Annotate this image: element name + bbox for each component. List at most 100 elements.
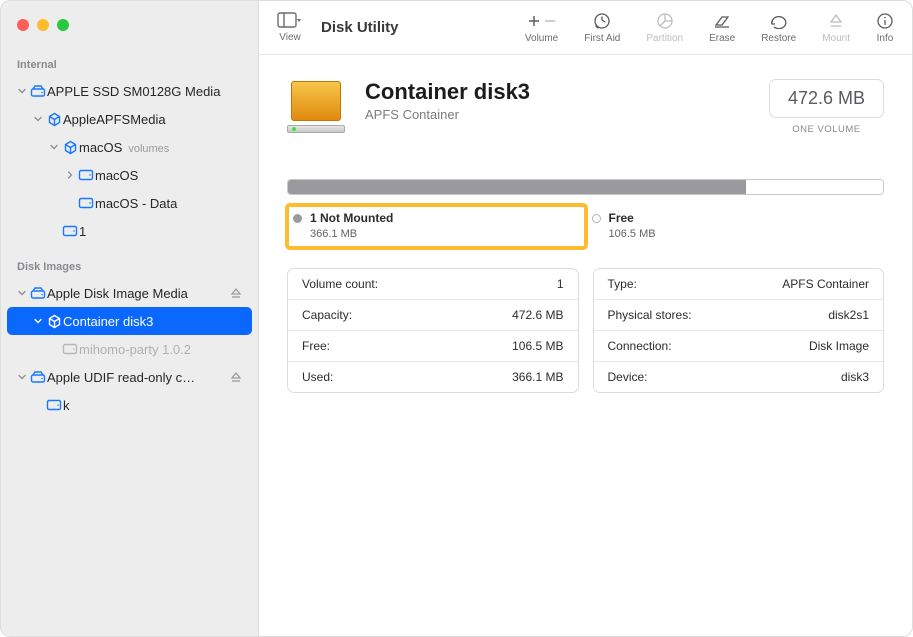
volume-icon: [45, 399, 63, 411]
legend-value: 106.5 MB: [609, 228, 875, 240]
view-label: View: [279, 32, 301, 43]
disclosure-chevron[interactable]: [31, 115, 45, 123]
legend-dot-icon: [592, 214, 601, 223]
detail-title: Container disk3: [365, 79, 749, 105]
info-row: Connection:Disk Image: [594, 331, 884, 362]
sidebar-item[interactable]: k: [7, 391, 252, 419]
sidebar-item-label: Container disk3: [63, 314, 246, 329]
info-key: Device:: [608, 370, 648, 384]
legend-value: 366.1 MB: [310, 228, 576, 240]
size-summary: 472.6 MB ONE VOLUME: [769, 79, 884, 135]
info-button[interactable]: Info: [876, 12, 894, 44]
sidebar-item[interactable]: AppleAPFSMedia: [7, 105, 252, 133]
legend-dot-icon: [293, 214, 302, 223]
info-key: Connection:: [608, 339, 672, 353]
volume-icon: [77, 169, 95, 181]
info-row: Device: disk3: [594, 362, 884, 392]
sidebar-icon: [277, 12, 303, 28]
partition-icon: [656, 12, 674, 30]
app-title: Disk Utility: [321, 19, 399, 36]
info-row: Used:366.1 MB: [288, 362, 578, 392]
first-aid-icon: [592, 12, 612, 30]
sidebar-item-label: AppleAPFSMedia: [63, 112, 246, 127]
usage-bar: [287, 179, 884, 195]
info-grid: Volume count: 1 Capacity:472.6 MB Free: 106.…: [287, 268, 884, 393]
sidebar-item-label: 1: [79, 224, 246, 239]
close-button[interactable]: [17, 19, 29, 31]
info-key: Free:: [302, 339, 330, 353]
content: Container disk3 APFS Container 472.6 MB …: [259, 55, 912, 636]
plus-minus-icon: [527, 12, 557, 30]
sidebar-item-label: APPLE SSD SM0128G Media: [47, 84, 246, 99]
minimize-button[interactable]: [37, 19, 49, 31]
partition-button: Partition: [646, 12, 683, 44]
disclosure-chevron[interactable]: [15, 87, 29, 95]
info-value: 1: [557, 277, 564, 291]
disclosure-chevron[interactable]: [31, 317, 45, 325]
sidebar-section-header: Internal: [1, 51, 258, 77]
size-badge: 472.6 MB: [769, 79, 884, 118]
info-key: Type:: [608, 277, 637, 291]
sidebar-item[interactable]: 1: [7, 217, 252, 245]
volume-button[interactable]: Volume: [525, 12, 558, 44]
sidebar-item[interactable]: Container disk3: [7, 307, 252, 335]
sidebar-item-label: k: [63, 398, 246, 413]
restore-icon: [769, 12, 789, 30]
usage-free-segment: [746, 180, 883, 194]
legend-label: 1 Not Mounted: [310, 211, 393, 225]
restore-button[interactable]: Restore: [761, 12, 796, 44]
info-row: Volume count: 1: [288, 269, 578, 300]
sidebar-item[interactable]: Apple Disk Image Media: [7, 279, 252, 307]
sidebar-item[interactable]: macOSvolumes: [7, 133, 252, 161]
disk-icon: [29, 286, 47, 300]
info-col-right: Type:APFS ContainerPhysical stores:disk2…: [593, 268, 885, 393]
container-icon: [61, 140, 79, 155]
mount-button: Mount: [822, 12, 850, 44]
detail-header: Container disk3 APFS Container 472.6 MB …: [287, 79, 884, 137]
sidebar-item[interactable]: Apple UDIF read-only c…: [7, 363, 252, 391]
info-row: Type: APFS Container: [594, 269, 884, 300]
sidebar-item[interactable]: mihomo-party 1.0.2: [7, 335, 252, 363]
eject-icon[interactable]: [226, 371, 246, 383]
sidebar-item-label: macOS: [95, 168, 246, 183]
zoom-button[interactable]: [57, 19, 69, 31]
info-row: Free: 106.5 MB: [288, 331, 578, 362]
first-aid-button[interactable]: First Aid: [584, 12, 620, 44]
sidebar: Internal APPLE SSD SM0128G Media AppleAPFS…: [1, 1, 259, 636]
info-value: 366.1 MB: [512, 370, 563, 384]
container-icon: [45, 112, 63, 127]
info-key: Volume count:: [302, 277, 378, 291]
detail-subtitle: APFS Container: [365, 107, 749, 122]
usage-used-segment: [288, 180, 746, 194]
info-key: Physical stores:: [608, 308, 692, 322]
sidebar-item-label: mihomo-party 1.0.2: [79, 342, 246, 357]
sidebar-item-label: macOS - Data: [95, 196, 246, 211]
window: Internal APPLE SSD SM0128G Media AppleAPFS…: [0, 0, 913, 637]
info-value: disk3: [841, 370, 869, 384]
legend-item[interactable]: Free106.5 MB: [586, 205, 885, 248]
main-pane: View Disk Utility Volume First Aid: [259, 1, 912, 636]
eject-icon[interactable]: [226, 287, 246, 299]
size-sub: ONE VOLUME: [769, 124, 884, 135]
sidebar-item[interactable]: macOS: [7, 161, 252, 189]
toolbar: View Disk Utility Volume First Aid: [259, 1, 912, 55]
window-controls: [1, 1, 258, 49]
info-value: APFS Container: [782, 277, 869, 291]
sidebar-item-label: Apple Disk Image Media: [47, 286, 226, 301]
sidebar-item[interactable]: APPLE SSD SM0128G Media: [7, 77, 252, 105]
erase-button[interactable]: Erase: [709, 12, 735, 44]
disclosure-chevron[interactable]: [63, 171, 77, 179]
legend-item[interactable]: 1 Not Mounted 366.1 MB: [287, 205, 586, 248]
sidebar-item-label: Apple UDIF read-only c…: [47, 370, 226, 385]
view-menu-button[interactable]: View: [277, 12, 303, 43]
disclosure-chevron[interactable]: [15, 373, 29, 381]
info-row: Capacity:472.6 MB: [288, 300, 578, 331]
info-icon: [876, 12, 894, 30]
erase-icon: [712, 12, 732, 30]
disclosure-chevron[interactable]: [47, 143, 61, 151]
sidebar-item[interactable]: macOS - Data: [7, 189, 252, 217]
disclosure-chevron[interactable]: [15, 289, 29, 297]
sidebar-item-label: macOSvolumes: [79, 140, 246, 155]
info-value: 106.5 MB: [512, 339, 563, 353]
volume-icon: [77, 197, 95, 209]
